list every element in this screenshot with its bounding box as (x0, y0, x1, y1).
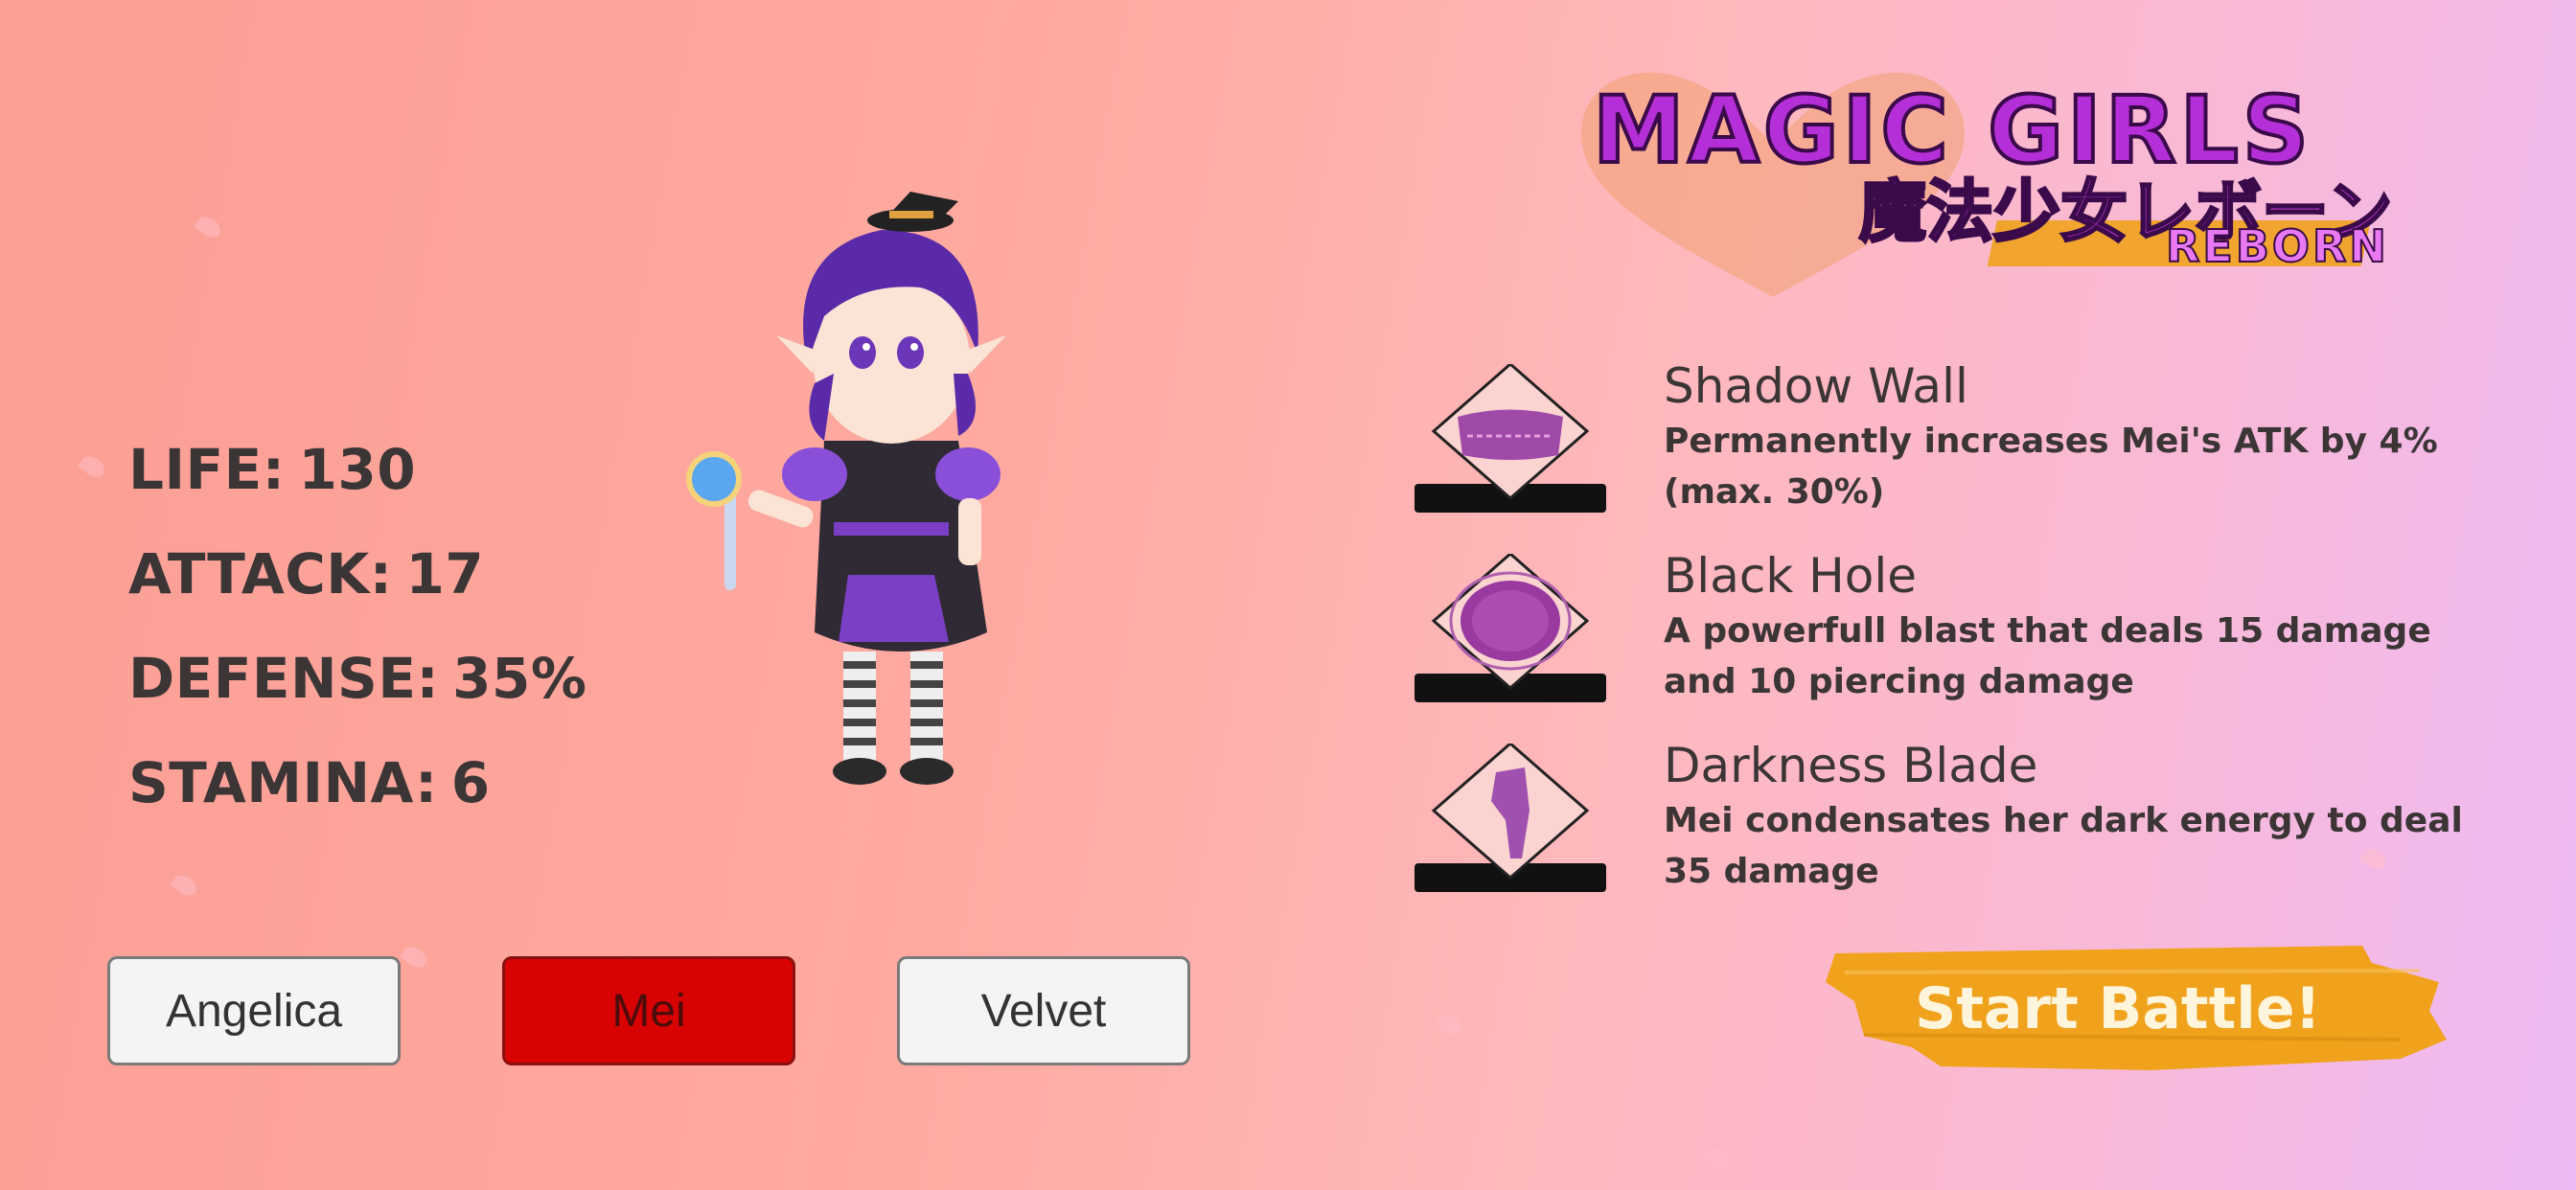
skill-description: Permanently increases Mei's ATK by 4% (m… (1664, 422, 2438, 512)
stats-panel: LIFE: 130 ATTACK: 17 DEFENSE: 35% STAMINA: 6 (128, 433, 586, 851)
skill-name: Darkness Blade (1664, 738, 2038, 793)
stat-defense: DEFENSE: 35% (128, 642, 586, 746)
stat-label: STAMINA: (128, 750, 438, 815)
start-battle-button[interactable]: Start Battle! (1826, 944, 2449, 1073)
skill-row: Black Hole A powerfull blast that deals … (1414, 548, 2517, 736)
shadow-wall-icon (1414, 364, 1606, 513)
character-model (671, 192, 1073, 814)
start-battle-label: Start Battle! (1915, 974, 2321, 1042)
stat-value: 17 (405, 541, 485, 606)
game-logo: MAGIC GIRLS 魔法少女レボーン REBORN (1572, 57, 2434, 307)
character-button-velvet[interactable]: Velvet (897, 956, 1190, 1065)
stat-attack: ATTACK: 17 (128, 538, 586, 642)
stat-value: 130 (298, 437, 417, 502)
skill-name: Black Hole (1664, 548, 1918, 604)
skill-name: Shadow Wall (1664, 358, 1968, 414)
stat-stamina: STAMINA: 6 (128, 746, 586, 851)
character-button-angelica[interactable]: Angelica (107, 956, 401, 1065)
skill-row: Darkness Blade Mei condensates her dark … (1414, 738, 2517, 926)
darkness-blade-icon (1414, 744, 1606, 892)
witch-girl-icon (686, 192, 1006, 785)
stat-label: LIFE: (128, 437, 286, 502)
stat-label: DEFENSE: (128, 646, 440, 711)
petal-decoration (194, 213, 224, 241)
petal-decoration (170, 871, 200, 900)
stat-value: 35% (452, 646, 587, 711)
character-button-mei[interactable]: Mei (502, 956, 795, 1065)
black-hole-icon (1414, 554, 1606, 702)
stat-value: 6 (450, 750, 491, 815)
petal-decoration (1703, 1144, 1734, 1173)
skill-description: A powerfull blast that deals 15 damage a… (1664, 611, 2431, 701)
stat-life: LIFE: 130 (128, 433, 586, 538)
logo-tagline: REBORN (2165, 219, 2389, 273)
petal-decoration (1435, 1010, 1465, 1039)
petal-decoration (400, 943, 430, 972)
skill-row: Shadow Wall Permanently increases Mei's … (1414, 358, 2517, 546)
petal-decoration (78, 452, 108, 481)
stat-label: ATTACK: (128, 541, 393, 606)
skill-description: Mei condensates her dark energy to deal … (1664, 801, 2463, 891)
